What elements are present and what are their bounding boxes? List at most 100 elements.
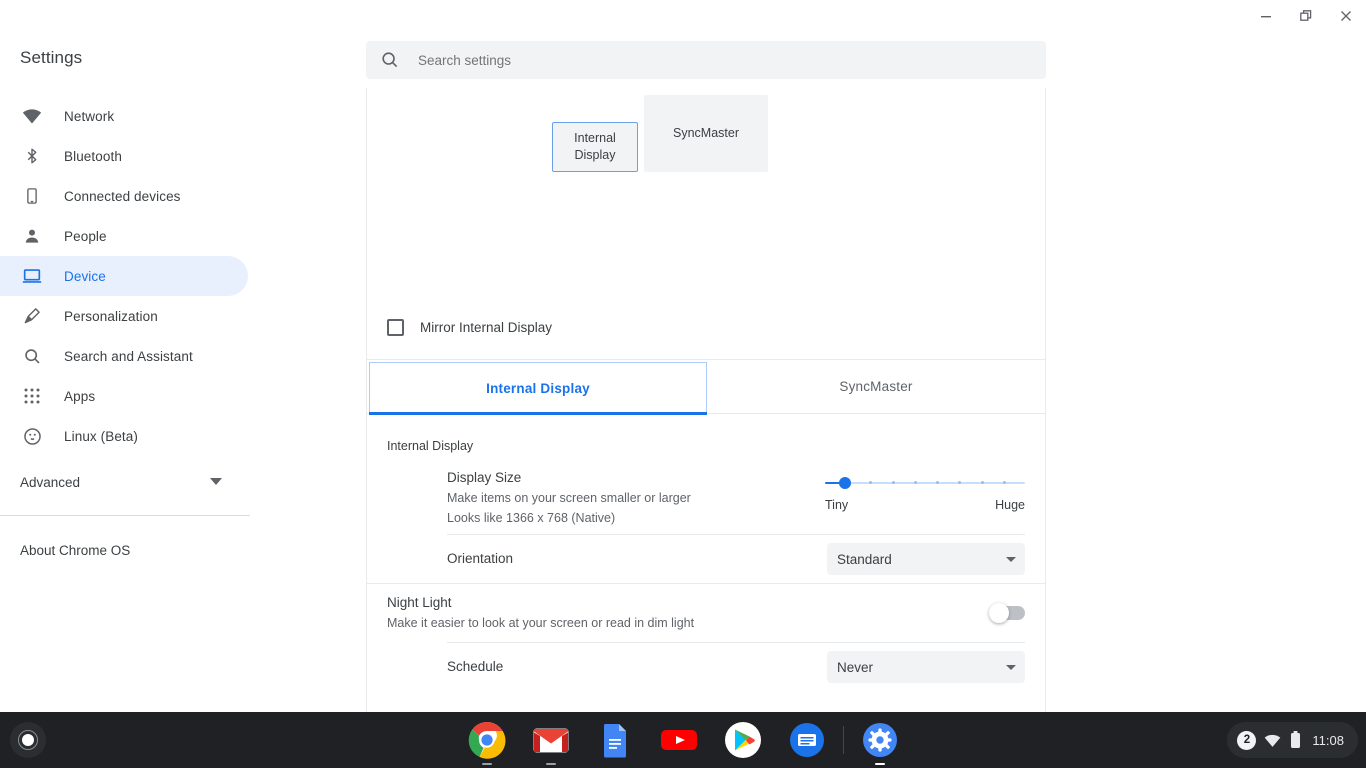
window-controls <box>1246 0 1366 32</box>
person-icon <box>20 224 44 248</box>
slider-tick <box>913 481 917 484</box>
laptop-icon <box>20 264 44 288</box>
chevron-down-icon <box>1006 665 1016 670</box>
bluetooth-icon <box>20 144 44 168</box>
sidebar-item-people[interactable]: People <box>0 216 248 256</box>
sidebar-item-bluetooth[interactable]: Bluetooth <box>0 136 248 176</box>
tab-internal-display[interactable]: Internal Display <box>369 362 707 415</box>
slider-tick <box>891 481 895 484</box>
display-size-texts: Display Size Make items on your screen s… <box>447 468 825 534</box>
orientation-control: Standard <box>827 543 1025 575</box>
night-light-title: Night Light <box>387 595 452 610</box>
slider-thumb[interactable] <box>839 477 851 489</box>
slider-tick <box>980 481 984 484</box>
restore-button[interactable] <box>1286 0 1326 32</box>
system-tray[interactable]: 2 11:08 <box>1227 722 1358 758</box>
mirror-internal-display-checkbox[interactable]: Mirror Internal Display <box>387 319 552 336</box>
slider-min-label: Tiny <box>825 498 849 512</box>
chrome-icon <box>467 720 507 760</box>
sidebar-item-network[interactable]: Network <box>0 96 248 136</box>
minimize-icon <box>1259 9 1273 23</box>
schedule-row: Schedule Never <box>367 643 1045 691</box>
search-input[interactable] <box>418 52 1032 68</box>
messages-icon <box>787 720 827 760</box>
page-title: Settings <box>20 48 83 67</box>
checkbox-icon[interactable] <box>387 319 404 336</box>
minimize-button[interactable] <box>1246 0 1286 32</box>
night-light-toggle[interactable] <box>989 603 1025 623</box>
slider-track[interactable] <box>825 476 1025 490</box>
display-box-label: SyncMaster <box>673 126 739 140</box>
slider-tick <box>1002 481 1006 484</box>
shelf-app-youtube[interactable] <box>647 712 711 768</box>
night-light-subtitle: Make it easier to look at your screen or… <box>387 616 695 630</box>
shelf-app-list <box>0 712 1366 768</box>
running-indicator <box>874 763 885 765</box>
wifi-icon[interactable] <box>1264 732 1281 749</box>
display-size-detail: Looks like 1366 x 768 (Native) <box>447 511 616 525</box>
tab-syncmaster[interactable]: SyncMaster <box>707 360 1045 413</box>
shelf-app-docs[interactable] <box>583 712 647 768</box>
sidebar: Network Bluetooth Connected devices Peop… <box>0 88 250 712</box>
notification-badge[interactable]: 2 <box>1237 730 1257 750</box>
main-content: SyncMaster Internal Display Mirror Inter… <box>250 88 1366 712</box>
display-box-internal-display[interactable]: Internal Display <box>552 122 638 172</box>
sidebar-item-about-chrome-os[interactable]: About Chrome OS <box>0 530 248 570</box>
close-icon <box>1339 9 1353 23</box>
shelf-app-gmail[interactable] <box>519 712 583 768</box>
orientation-row: Orientation Standard <box>367 535 1045 583</box>
display-size-control: Tiny Huge <box>825 468 1025 512</box>
shelf-app-chrome[interactable] <box>455 712 519 768</box>
app-header: Settings <box>0 0 1366 88</box>
shelf: 2 11:08 <box>0 712 1366 768</box>
smartphone-icon <box>20 184 44 208</box>
display-box-syncmaster[interactable]: SyncMaster <box>644 95 768 172</box>
sidebar-item-personalization[interactable]: Personalization <box>0 296 248 336</box>
search-bar[interactable] <box>366 41 1046 79</box>
night-light-texts: Night Light Make it easier to look at yo… <box>387 587 991 639</box>
settings-gear-icon <box>860 720 900 760</box>
slider-labels: Tiny Huge <box>825 498 1025 512</box>
linux-penguin-icon <box>20 424 44 448</box>
clock[interactable]: 11:08 <box>1312 733 1344 748</box>
sidebar-item-search-and-assistant[interactable]: Search and Assistant <box>0 336 248 376</box>
display-size-row: Display Size Make items on your screen s… <box>367 458 1045 534</box>
sidebar-advanced-toggle[interactable]: Advanced <box>0 462 248 502</box>
shelf-app-messages[interactable] <box>775 712 839 768</box>
display-size-slider[interactable]: Tiny Huge <box>825 468 1025 512</box>
chevron-down-icon <box>210 473 222 491</box>
sidebar-item-label: Apps <box>64 388 96 404</box>
chevron-down-icon <box>1006 557 1016 562</box>
toggle-knob <box>989 603 1009 623</box>
brush-icon <box>20 304 44 328</box>
schedule-value: Never <box>837 659 874 675</box>
schedule-select[interactable]: Never <box>827 651 1025 683</box>
orientation-value: Standard <box>837 551 892 567</box>
shelf-app-settings[interactable] <box>848 712 912 768</box>
tab-label: SyncMaster <box>839 379 913 394</box>
schedule-control: Never <box>827 651 1025 683</box>
sidebar-item-apps[interactable]: Apps <box>0 376 248 416</box>
wifi-icon <box>20 104 44 128</box>
sidebar-item-label: Search and Assistant <box>64 348 193 364</box>
running-indicator <box>481 763 492 765</box>
sidebar-item-label: Bluetooth <box>64 148 122 164</box>
shelf-app-play-store[interactable] <box>711 712 775 768</box>
orientation-texts: Orientation <box>447 543 827 575</box>
slider-background <box>825 482 1025 484</box>
sidebar-item-linux-beta[interactable]: Linux (Beta) <box>0 416 248 456</box>
sidebar-item-connected-devices[interactable]: Connected devices <box>0 176 248 216</box>
battery-icon[interactable] <box>1289 731 1302 749</box>
sidebar-item-label: Personalization <box>64 308 158 324</box>
apps-grid-icon <box>20 384 44 408</box>
gmail-icon <box>531 720 571 760</box>
running-indicator <box>545 763 556 765</box>
schedule-label: Schedule <box>447 659 504 674</box>
docs-icon <box>595 720 635 760</box>
close-button[interactable] <box>1326 0 1366 32</box>
sidebar-item-label: About Chrome OS <box>20 542 131 558</box>
orientation-select[interactable]: Standard <box>827 543 1025 575</box>
sidebar-item-label: Linux (Beta) <box>64 428 138 444</box>
sidebar-item-device[interactable]: Device <box>0 256 248 296</box>
night-light-control <box>989 603 1025 623</box>
